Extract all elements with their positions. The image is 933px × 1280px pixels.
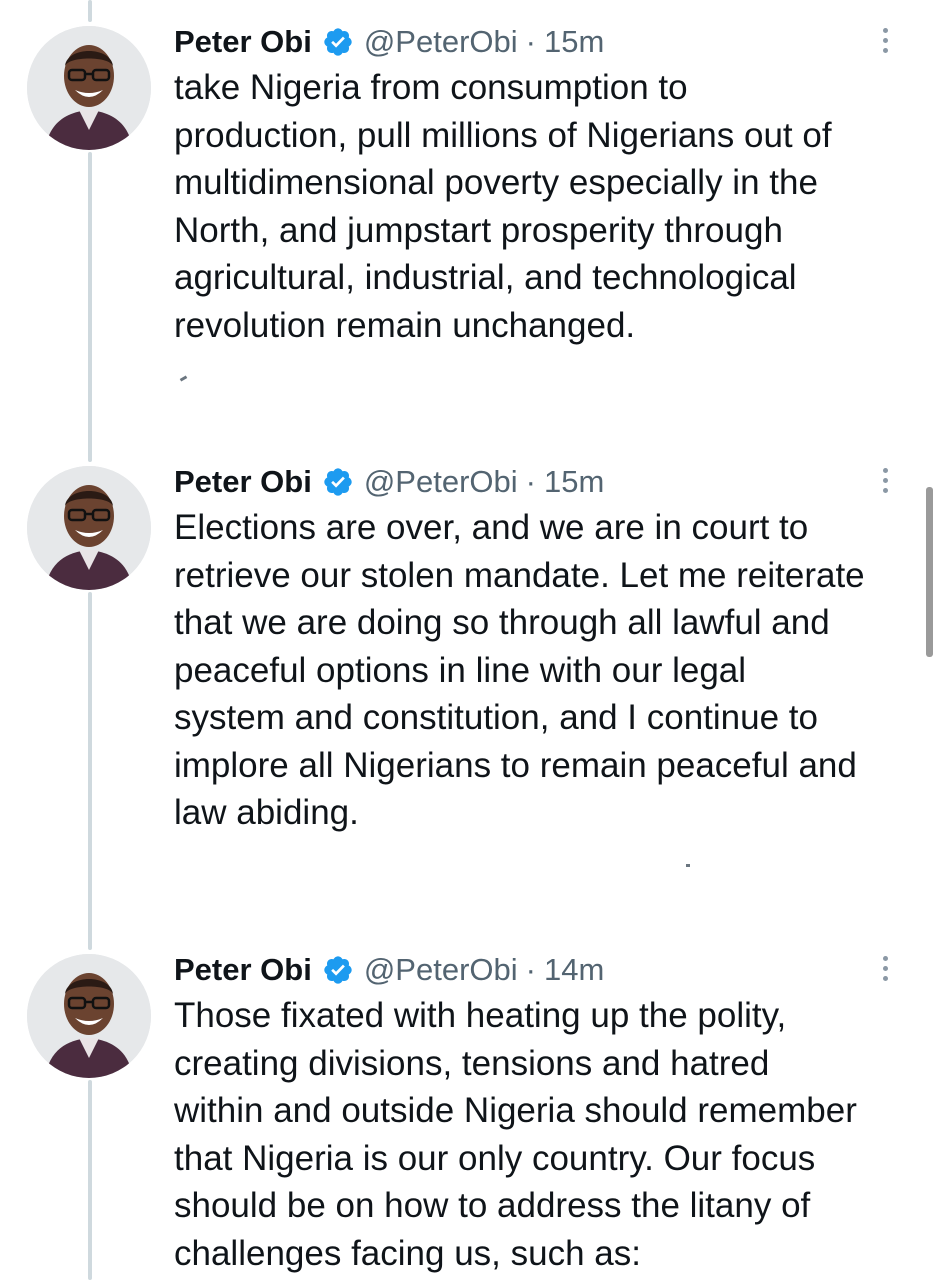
avatar-photo bbox=[27, 26, 151, 150]
author-handle[interactable]: @PeterObi bbox=[364, 952, 518, 988]
speck bbox=[179, 375, 188, 382]
more-options-icon[interactable] bbox=[873, 956, 897, 986]
avatar-photo bbox=[27, 954, 151, 1078]
separator-dot: · bbox=[525, 24, 536, 59]
separator-dot: · bbox=[525, 464, 536, 499]
tweet[interactable]: Peter Obi @PeterObi · 15m Elections are … bbox=[0, 460, 933, 850]
tweet-text: Those fixated with heating up the polity… bbox=[174, 996, 857, 1273]
more-options-icon[interactable] bbox=[873, 28, 897, 58]
speck bbox=[686, 864, 690, 867]
timestamp[interactable]: 14m bbox=[544, 952, 604, 988]
more-options-icon[interactable] bbox=[873, 468, 897, 498]
thread-line bbox=[88, 0, 92, 22]
timestamp[interactable]: 15m bbox=[544, 464, 604, 500]
tweet[interactable]: Peter Obi @PeterObi · 15m take Nigeria f… bbox=[0, 20, 933, 360]
timestamp[interactable]: 15m bbox=[544, 24, 604, 60]
avatar-photo bbox=[27, 466, 151, 590]
author-handle[interactable]: @PeterObi bbox=[364, 24, 518, 60]
author-handle[interactable]: @PeterObi bbox=[364, 464, 518, 500]
avatar[interactable] bbox=[27, 954, 151, 1078]
tweet-text: take Nigeria from consumption to product… bbox=[174, 68, 832, 345]
tweet-header: Peter Obi @PeterObi · 15m bbox=[174, 460, 604, 504]
tweet-header: Peter Obi @PeterObi · 15m bbox=[174, 20, 604, 64]
scrollbar-thumb[interactable] bbox=[926, 487, 933, 657]
separator-dot: · bbox=[525, 952, 536, 987]
author-name[interactable]: Peter Obi bbox=[174, 464, 312, 500]
tweet-header: Peter Obi @PeterObi · 14m bbox=[174, 948, 604, 992]
verified-badge-icon bbox=[324, 28, 352, 56]
tweet-text: Elections are over, and we are in court … bbox=[174, 508, 865, 832]
avatar[interactable] bbox=[27, 466, 151, 590]
author-name[interactable]: Peter Obi bbox=[174, 952, 312, 988]
avatar[interactable] bbox=[27, 26, 151, 150]
tweet[interactable]: Peter Obi @PeterObi · 14m Those fixated … bbox=[0, 948, 933, 1280]
verified-badge-icon bbox=[324, 956, 352, 984]
verified-badge-icon bbox=[324, 468, 352, 496]
author-name[interactable]: Peter Obi bbox=[174, 24, 312, 60]
